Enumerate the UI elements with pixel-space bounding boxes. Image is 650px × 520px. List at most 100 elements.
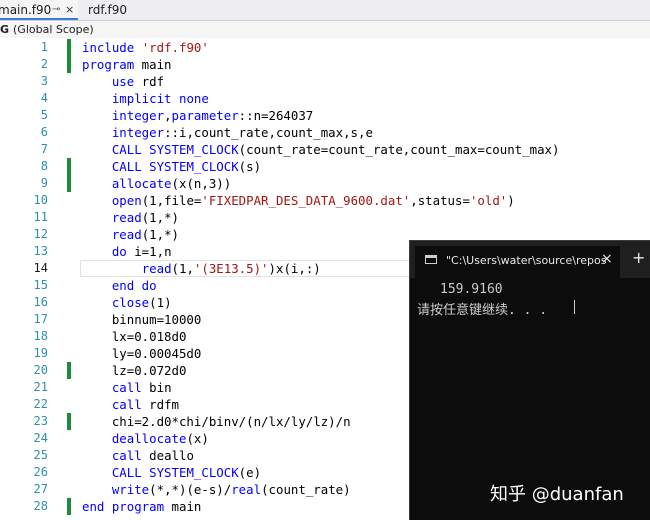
- code-token: (s): [238, 159, 262, 174]
- code-text[interactable]: read(1,*): [82, 209, 179, 226]
- line-number: 1: [40, 40, 48, 54]
- scope-navigation-bar[interactable]: G (Global Scope): [0, 21, 650, 39]
- code-line[interactable]: 10 open(1,file='FIXEDPAR_DES_DATA_9600.d…: [0, 192, 650, 209]
- code-text[interactable]: deallocate(x): [82, 430, 209, 447]
- line-number: 9: [40, 176, 48, 190]
- scope-dropdown[interactable]: (Global Scope): [13, 21, 94, 38]
- code-text[interactable]: end program main: [82, 498, 201, 515]
- change-indicator: [67, 175, 71, 192]
- code-text[interactable]: call rdfm: [82, 396, 179, 413]
- code-keyword: do: [111, 244, 127, 259]
- tab-main-f90[interactable]: main.f90 ⊸ ×: [0, 0, 78, 20]
- line-number: 25: [33, 448, 48, 462]
- change-indicator: [67, 413, 71, 430]
- code-text[interactable]: integer,parameter::n=264037: [82, 107, 313, 124]
- line-number: 14: [33, 261, 48, 275]
- code-token: (x(n,3)): [171, 176, 232, 191]
- code-line[interactable]: 3 use rdf: [0, 73, 650, 90]
- document-tab-strip: main.f90 ⊸ × rdf.f90: [0, 0, 650, 21]
- code-line[interactable]: 7 CALL SYSTEM_CLOCK(count_rate=count_rat…: [0, 141, 650, 158]
- line-number: 21: [33, 380, 48, 394]
- code-keyword: real: [231, 482, 262, 497]
- code-text[interactable]: ly=0.00045d0: [82, 345, 202, 362]
- line-number: 23: [33, 414, 48, 428]
- code-line[interactable]: 9 allocate(x(n,3)): [0, 175, 650, 192]
- code-text[interactable]: open(1,file='FIXEDPAR_DES_DATA_9600.dat'…: [82, 192, 515, 209]
- line-number: 12: [33, 227, 48, 241]
- change-indicator: [67, 158, 71, 175]
- code-text[interactable]: implicit none: [82, 90, 209, 107]
- code-text[interactable]: CALL SYSTEM_CLOCK(s): [82, 158, 261, 175]
- watermark: 知乎 @duanfan: [490, 484, 624, 505]
- code-token: )x(i,:): [268, 261, 321, 276]
- tab-rdf-f90[interactable]: rdf.f90: [80, 0, 158, 20]
- code-text[interactable]: use rdf: [82, 73, 164, 90]
- code-text[interactable]: chi=2.d0*chi/binv/(n/lx/ly/lz)/n: [82, 413, 351, 430]
- code-text[interactable]: lx=0.018d0: [82, 328, 187, 345]
- code-text[interactable]: read(1,*): [82, 226, 179, 243]
- line-number: 5: [40, 108, 48, 122]
- code-text[interactable]: CALL SYSTEM_CLOCK(e): [82, 464, 261, 481]
- code-text[interactable]: CALL SYSTEM_CLOCK(count_rate=count_rate,…: [82, 141, 560, 158]
- code-text[interactable]: call bin: [82, 379, 172, 396]
- code-text[interactable]: program main: [82, 56, 172, 73]
- code-token: (x): [186, 431, 209, 446]
- change-indicator: [67, 498, 71, 515]
- code-keyword: end do: [111, 278, 157, 293]
- line-number: 16: [33, 295, 48, 309]
- code-token: i=1,n: [126, 244, 172, 259]
- close-icon[interactable]: ×: [65, 0, 74, 20]
- code-line[interactable]: 4 implicit none: [0, 90, 650, 107]
- code-text[interactable]: lz=0.072d0: [82, 362, 187, 379]
- code-token: (count_rate): [261, 482, 351, 497]
- code-text[interactable]: call deallo: [82, 447, 194, 464]
- code-keyword: open: [111, 193, 142, 208]
- code-keyword: read: [111, 227, 142, 242]
- new-tab-button[interactable]: +: [632, 250, 645, 266]
- console-tab-title: "C:\Users\water\source\repos: [446, 254, 607, 267]
- code-line[interactable]: 1 include 'rdf.f90': [0, 39, 650, 56]
- code-token: rdfm: [141, 397, 179, 412]
- code-text[interactable]: binnum=10000: [82, 311, 202, 328]
- code-token: binnum=10000: [82, 312, 202, 327]
- text-cursor: [574, 300, 575, 314]
- code-text[interactable]: allocate(x(n,3)): [82, 175, 231, 192]
- close-icon[interactable]: ×: [601, 251, 613, 267]
- code-text[interactable]: include 'rdf.f90': [82, 39, 209, 56]
- code-text[interactable]: write(*,*)(e-s)/real(count_rate): [82, 481, 351, 498]
- console-window[interactable]: "C:\Users\water\source\repos × + 159.916…: [409, 240, 650, 520]
- code-text[interactable]: do i=1,n: [82, 243, 172, 260]
- line-number: 8: [40, 159, 48, 173]
- line-number: 4: [40, 91, 48, 105]
- code-line[interactable]: 8 CALL SYSTEM_CLOCK(s): [0, 158, 650, 175]
- code-keyword: read: [111, 210, 142, 225]
- line-number: 24: [33, 431, 48, 445]
- code-text[interactable]: end do: [82, 277, 157, 294]
- line-number: 10: [33, 193, 48, 207]
- code-text[interactable]: read(1,'(3E13.5)')x(i,:): [82, 260, 321, 277]
- code-keyword: read: [141, 261, 172, 276]
- terminal-icon: [425, 255, 437, 264]
- code-keyword: CALL SYSTEM_CLOCK: [111, 159, 239, 174]
- code-line[interactable]: 6 integer::i,count_rate,count_max,s,e: [0, 124, 650, 141]
- console-tab[interactable]: "C:\Users\water\source\repos ×: [415, 246, 620, 278]
- code-text[interactable]: close(1): [82, 294, 172, 311]
- code-keyword: end program: [82, 499, 165, 514]
- tab-label: main.f90: [0, 3, 52, 17]
- pin-icon[interactable]: ⊸: [52, 0, 60, 20]
- code-line[interactable]: 5 integer,parameter::n=264037: [0, 107, 650, 124]
- code-token: ::n=264037: [238, 108, 314, 123]
- code-line[interactable]: 2 program main: [0, 56, 650, 73]
- line-number: 26: [33, 465, 48, 479]
- code-keyword: integer: [111, 108, 165, 123]
- code-text[interactable]: integer::i,count_rate,count_max,s,e: [82, 124, 373, 141]
- code-line[interactable]: 11 read(1,*): [0, 209, 650, 226]
- code-token: lx=0.018d0: [82, 329, 187, 344]
